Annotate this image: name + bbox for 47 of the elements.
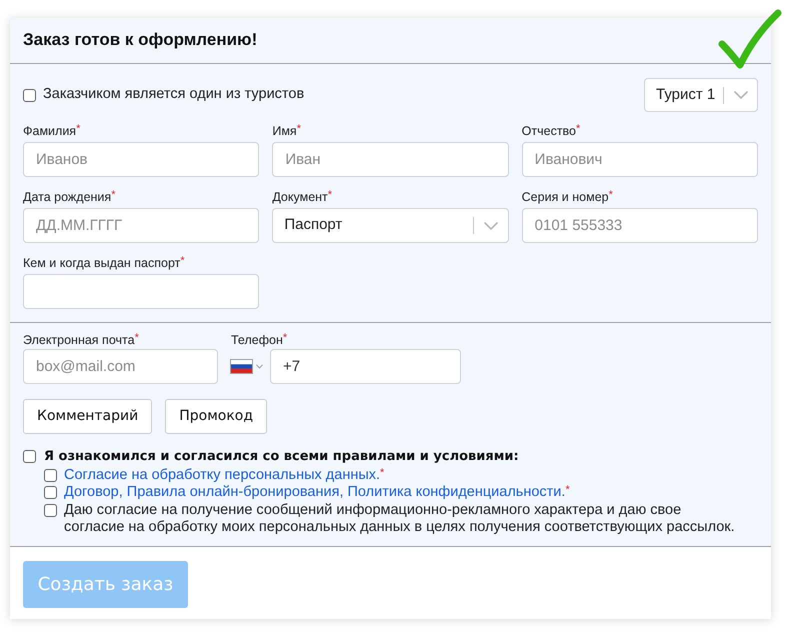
- required-mark: *: [608, 189, 613, 201]
- field-label: Дата рождения: [23, 190, 112, 204]
- policy-link[interactable]: Правила онлайн-бронирования,: [126, 484, 344, 500]
- form-title: Заказ готов к оформлению!: [23, 30, 258, 51]
- policy-link[interactable]: Договор,: [64, 484, 123, 500]
- input-field[interactable]: Иванов: [23, 142, 260, 177]
- secondary-button[interactable]: Комментарий: [23, 399, 152, 434]
- select-field[interactable]: Паспорт: [272, 208, 509, 243]
- checkbox[interactable]: [44, 468, 57, 482]
- field-label: Отчество: [522, 124, 576, 138]
- checkbox[interactable]: [23, 450, 36, 464]
- secondary-button[interactable]: Промокод: [165, 399, 268, 434]
- field-label: Телефон: [231, 333, 283, 347]
- input-field[interactable]: +7: [270, 349, 461, 384]
- input-field[interactable]: Иван: [272, 142, 509, 177]
- required-mark: *: [576, 123, 580, 135]
- required-mark: *: [134, 332, 139, 344]
- policy-link[interactable]: Согласие на обработку персональных данных.: [64, 466, 380, 482]
- checkbox[interactable]: [23, 88, 36, 102]
- field-label: Кем и когда выдан паспорт: [23, 256, 180, 270]
- field-label: Имя: [272, 124, 297, 138]
- consent-text: Даю согласие на получение сообщений информационно-рекламного характера и даю свое согласие на обработку моих персональных данных в целях получения соответствующих рассылок.: [64, 502, 736, 536]
- required-mark: *: [380, 466, 384, 478]
- field-label: Документ: [272, 190, 328, 204]
- tourist-select[interactable]: Турист 1: [644, 78, 758, 112]
- checkbox-label: Заказчиком является один из туристов: [43, 85, 304, 104]
- required-mark: *: [328, 189, 332, 201]
- required-mark: *: [111, 189, 116, 201]
- field-label: Электронная почта: [23, 333, 135, 347]
- agreement-label: Я ознакомился и согласился со всеми правилами и условиями:: [44, 448, 519, 466]
- field-label: Серия и номер: [522, 190, 609, 204]
- input-field[interactable]: ДД.ММ.ГГГГ: [23, 208, 260, 243]
- flag-icon[interactable]: [230, 359, 253, 374]
- required-mark: *: [565, 484, 570, 496]
- required-mark: *: [296, 123, 301, 135]
- input-field[interactable]: box@mail.com: [23, 349, 218, 384]
- required-mark: *: [76, 123, 80, 135]
- input-field[interactable]: Иванович: [522, 142, 758, 177]
- checkmark-icon: [716, 8, 782, 70]
- checkbox[interactable]: [44, 486, 57, 499]
- policy-link[interactable]: Политика конфиденциальности.: [347, 484, 566, 500]
- required-mark: *: [282, 332, 288, 344]
- input-field[interactable]: 0101 555333: [522, 208, 758, 243]
- input-field[interactable]: [23, 274, 260, 309]
- required-mark: *: [180, 255, 185, 267]
- checkbox[interactable]: [44, 504, 57, 516]
- field-label: Фамилия: [23, 124, 76, 138]
